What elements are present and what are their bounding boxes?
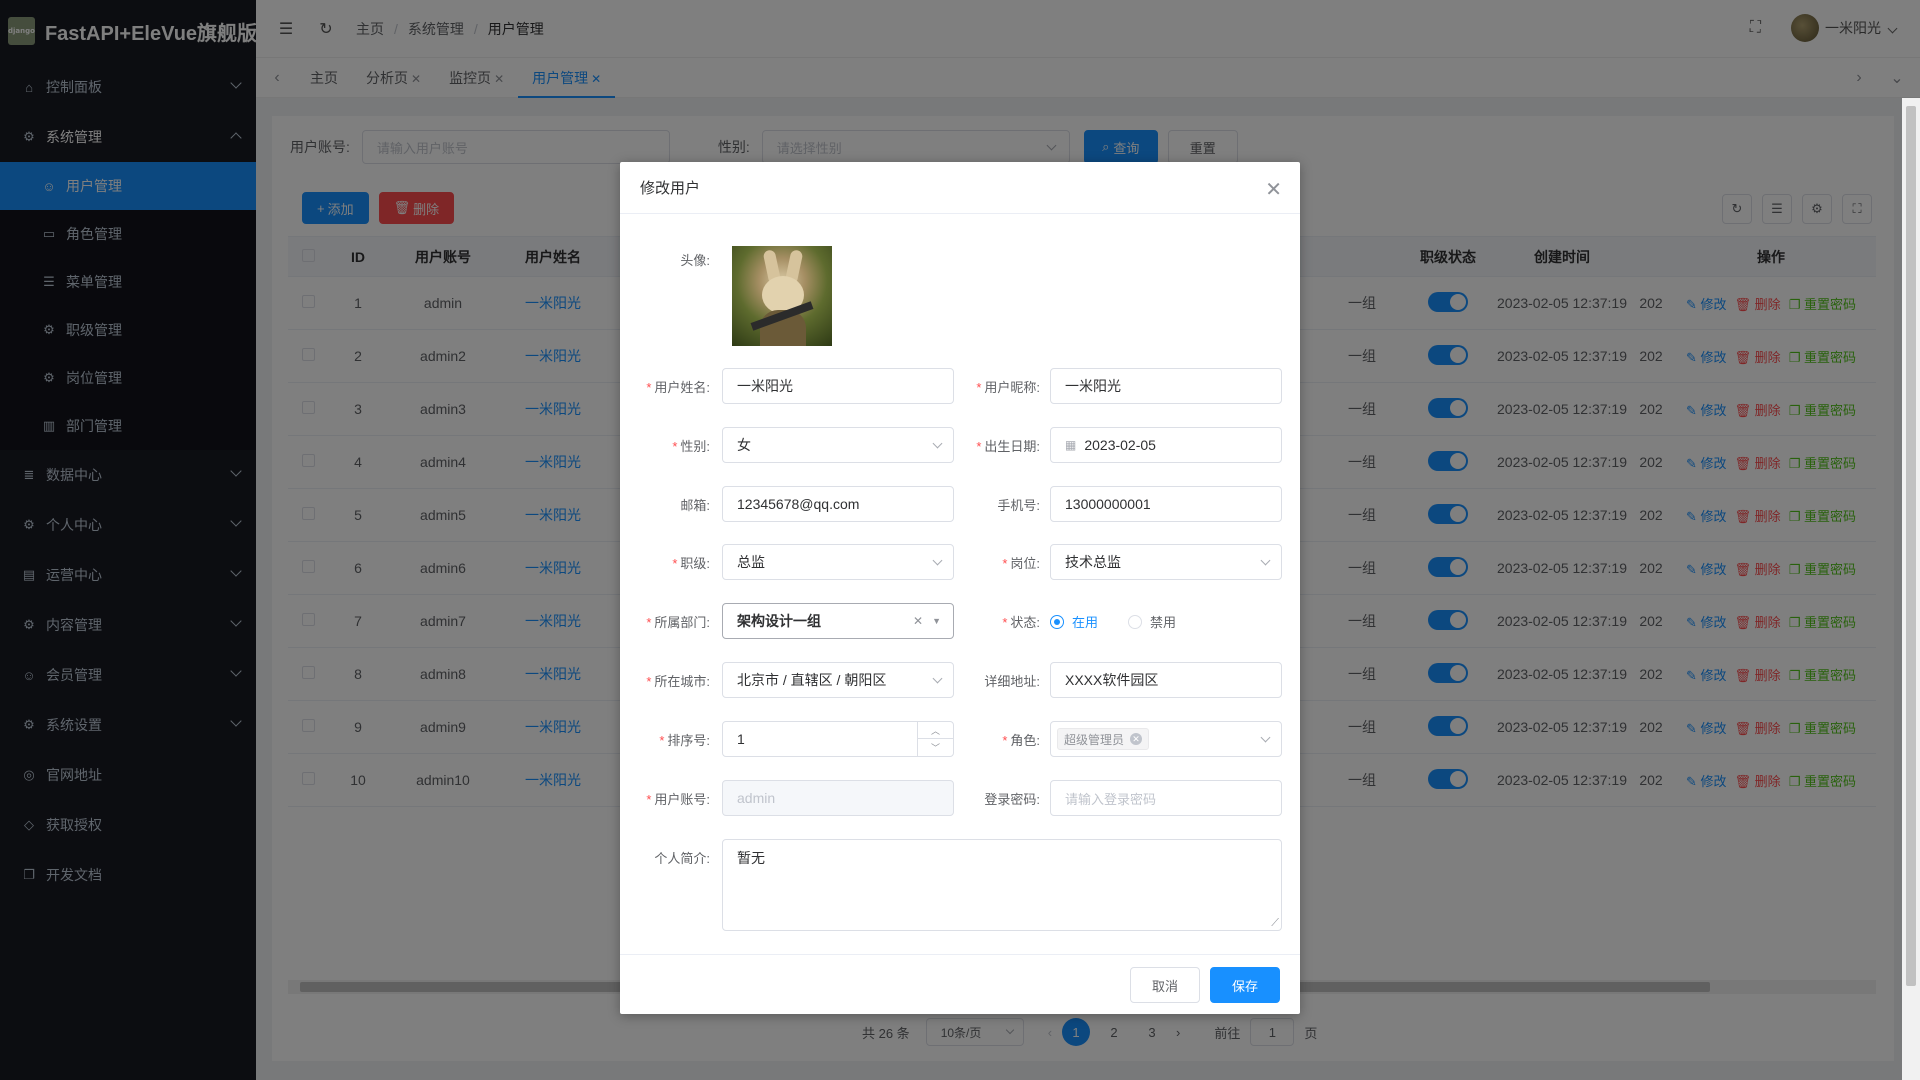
dialog-title: 修改用户 bbox=[640, 180, 701, 197]
city-cascader[interactable]: 北京市 / 直辖区 / 朝阳区 bbox=[722, 662, 954, 698]
realname-label: * 用户姓名: bbox=[646, 380, 710, 395]
intro-label: 个人简介: bbox=[654, 851, 710, 866]
user-avatar-image[interactable] bbox=[732, 246, 832, 346]
level-select[interactable]: 总监 bbox=[722, 544, 954, 580]
nickname-label: * 用户昵称: bbox=[976, 380, 1040, 395]
close-icon[interactable]: ✕ bbox=[1265, 177, 1282, 202]
resize-handle-icon[interactable]: ⟋ bbox=[1271, 917, 1279, 930]
dialog-body: 头像: * 用户姓名: 一米阳光 * 用户昵称: 一米阳光 * 性别: 女 * 出生日期… bbox=[620, 214, 1300, 954]
level-label: * 职级: bbox=[672, 556, 710, 571]
role-label: * 角色: bbox=[1002, 733, 1040, 748]
dialog-footer: 取消 保存 bbox=[620, 954, 1300, 1014]
birthday-label: * 出生日期: bbox=[976, 439, 1040, 454]
cancel-button[interactable]: 取消 bbox=[1130, 967, 1200, 1003]
clear-icon[interactable]: ✕ bbox=[913, 614, 923, 628]
intro-textarea[interactable]: 暂无 ⟋ bbox=[722, 839, 1282, 931]
nickname-input[interactable]: 一米阳光 bbox=[1050, 368, 1282, 404]
chevron-down-icon bbox=[932, 555, 943, 566]
calendar-icon: ▦ bbox=[1065, 438, 1077, 452]
gender-select[interactable]: 女 bbox=[722, 427, 954, 463]
birthday-picker[interactable]: ▦ 2023-02-05 bbox=[1050, 427, 1282, 463]
status-radio-disabled[interactable]: 禁用 bbox=[1128, 612, 1176, 631]
account-input-disabled: admin bbox=[722, 780, 954, 816]
chevron-down-icon bbox=[932, 438, 943, 449]
status-radio-active[interactable]: 在用 bbox=[1050, 612, 1098, 631]
dept-label: * 所属部门: bbox=[646, 615, 710, 630]
stepper-down-icon[interactable]: ﹀ bbox=[917, 739, 953, 756]
role-select[interactable]: 超级管理员 ✕ bbox=[1050, 721, 1282, 757]
email-input[interactable]: 12345678@qq.com bbox=[722, 486, 954, 522]
city-label: * 所在城市: bbox=[646, 674, 710, 689]
edit-user-dialog: 修改用户 ✕ 头像: * 用户姓名: 一米阳光 * 用户昵称: 一米阳光 * 性别: … bbox=[620, 162, 1300, 1014]
mobile-input[interactable]: 13000000001 bbox=[1050, 486, 1282, 522]
status-radio-group: 在用 禁用 bbox=[1050, 612, 1206, 631]
address-input[interactable]: XXXX软件园区 bbox=[1050, 662, 1282, 698]
position-select[interactable]: 技术总监 bbox=[1050, 544, 1282, 580]
avatar-label: 头像: bbox=[680, 253, 710, 268]
dept-select[interactable]: 架构设计一组 ✕ ▼ bbox=[722, 603, 954, 639]
role-tag: 超级管理员 ✕ bbox=[1057, 728, 1150, 750]
gender-label: * 性别: bbox=[672, 439, 710, 454]
status-label: * 状态: bbox=[1002, 615, 1040, 630]
chevron-down-icon bbox=[932, 673, 943, 684]
password-label: 登录密码: bbox=[984, 792, 1040, 807]
scroll-thumb[interactable] bbox=[1906, 106, 1916, 986]
chevron-down-icon bbox=[1260, 555, 1271, 566]
page-scrollbar[interactable] bbox=[1902, 98, 1920, 1080]
realname-input[interactable]: 一米阳光 bbox=[722, 368, 954, 404]
mobile-label: 手机号: bbox=[997, 498, 1040, 513]
position-label: * 岗位: bbox=[1002, 556, 1040, 571]
password-input[interactable]: 请输入登录密码 bbox=[1050, 780, 1282, 816]
chevron-down-icon bbox=[1260, 732, 1271, 743]
email-label: 邮箱: bbox=[680, 498, 710, 513]
sort-number-input[interactable]: 1 ︿ ﹀ bbox=[722, 721, 954, 757]
stepper-up-icon[interactable]: ︿ bbox=[917, 722, 953, 739]
account-label: * 用户账号: bbox=[646, 792, 710, 807]
address-label: 详细地址: bbox=[984, 674, 1040, 689]
caret-down-icon: ▼ bbox=[932, 616, 941, 626]
dialog-header: 修改用户 ✕ bbox=[620, 162, 1300, 214]
save-button[interactable]: 保存 bbox=[1210, 967, 1280, 1003]
tag-close-icon[interactable]: ✕ bbox=[1130, 733, 1143, 745]
sort-label: * 排序号: bbox=[659, 733, 710, 748]
